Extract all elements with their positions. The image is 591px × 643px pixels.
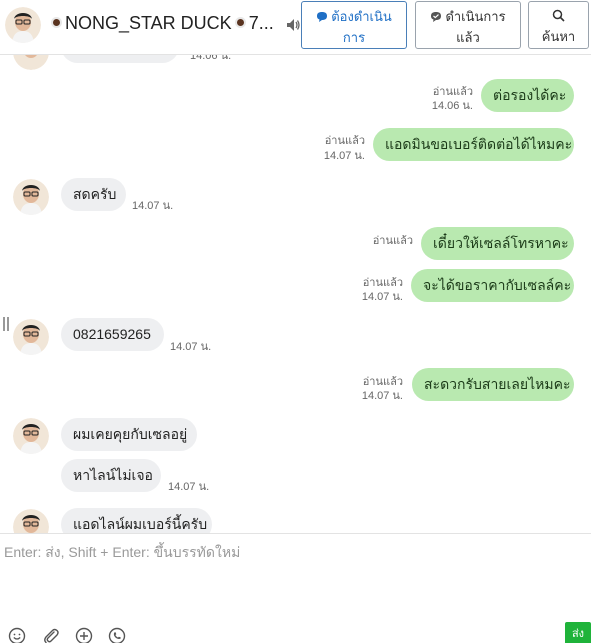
- resize-handle[interactable]: [3, 317, 9, 331]
- outgoing-message[interactable]: สะดวกรับสายเลยไหมคะ: [412, 368, 574, 401]
- speaker-icon[interactable]: [285, 17, 301, 33]
- send-button[interactable]: ส่ง: [565, 622, 591, 643]
- needs-action-button[interactable]: ต้องดำเนิน การ: [301, 1, 407, 49]
- add-icon[interactable]: [75, 627, 93, 643]
- message-input[interactable]: [4, 542, 584, 612]
- emoji-icon[interactable]: [8, 627, 26, 643]
- read-status: อ่านแล้ว: [324, 135, 365, 147]
- incoming-message[interactable]: แอดไลน์ผมเบอร์นี้ครับ: [61, 508, 212, 533]
- chat-header: NONG_STAR DUCK 7... ต้องดำเนิน การ ดำเนิน…: [0, 0, 591, 55]
- message-time: 14.07 น.: [132, 200, 174, 212]
- message-time: 14.07 น.: [168, 481, 210, 493]
- contact-avatar[interactable]: [13, 55, 49, 70]
- contact-avatar[interactable]: [13, 179, 49, 215]
- contact-avatar[interactable]: [13, 418, 49, 454]
- read-status: อ่านแล้ว: [372, 235, 413, 247]
- message-time: 14.06 น.: [431, 100, 473, 112]
- search-icon: [552, 9, 565, 25]
- read-status: อ่านแล้ว: [362, 277, 403, 289]
- message-time: 14.07 น.: [170, 341, 212, 353]
- incoming-message[interactable]: ผมเคยคุยกับเซลอยู่: [61, 418, 197, 451]
- incoming-message[interactable]: หาไลน์ไม่เจอ: [61, 459, 161, 492]
- search-button[interactable]: ค้นหา: [528, 1, 589, 49]
- contact-avatar[interactable]: [13, 319, 49, 355]
- message-time: 14.06 น.: [190, 55, 232, 62]
- contact-avatar[interactable]: [5, 7, 41, 43]
- incoming-message[interactable]: สดครับ: [61, 178, 126, 211]
- coffee-bean-icon: [51, 17, 62, 28]
- message-list[interactable]: 14.06 น. อ่านแล้ว 14.06 น. ต่อรองได้คะ อ…: [0, 55, 591, 533]
- outgoing-message[interactable]: แอดมินขอเบอร์ติดต่อได้ไหมคะ: [373, 128, 574, 161]
- comment-check-icon: [430, 9, 442, 28]
- incoming-message[interactable]: 0821659265: [61, 318, 164, 351]
- incoming-message[interactable]: [61, 55, 179, 63]
- done-button[interactable]: ดำเนินการ แล้ว: [415, 1, 521, 49]
- read-status: อ่านแล้ว: [432, 86, 473, 98]
- contact-name: NONG_STAR DUCK 7...: [48, 13, 280, 34]
- message-time: 14.07 น.: [361, 390, 403, 402]
- outgoing-message[interactable]: เดี๋ยวให้เซลล์โทรหาคะ: [421, 227, 574, 260]
- comment-alert-icon: [316, 9, 328, 28]
- message-time: 14.07 น.: [361, 291, 403, 303]
- contact-avatar[interactable]: [13, 509, 49, 533]
- phone-icon[interactable]: [108, 627, 126, 643]
- attachment-icon[interactable]: [42, 627, 60, 643]
- outgoing-message[interactable]: จะได้ขอราคากับเซลล์คะ: [411, 269, 574, 302]
- chat-window: NONG_STAR DUCK 7... ต้องดำเนิน การ ดำเนิน…: [0, 0, 591, 643]
- coffee-bean-icon: [234, 17, 246, 28]
- message-time: 14.07 น.: [323, 150, 365, 162]
- message-composer: ส่ง: [0, 533, 591, 643]
- outgoing-message[interactable]: ต่อรองได้คะ: [481, 79, 574, 112]
- read-status: อ่านแล้ว: [362, 376, 403, 388]
